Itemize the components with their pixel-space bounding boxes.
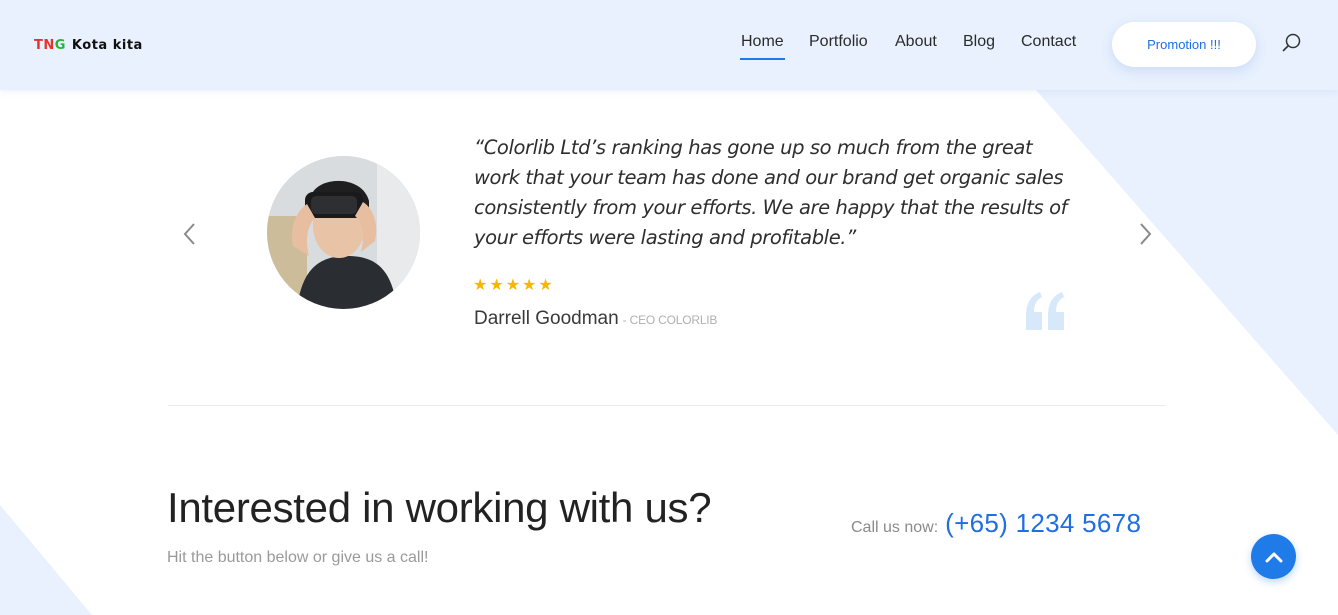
testimonial-quote: “Colorlib Ltd’s ranking has gone up so m… <box>474 136 1068 249</box>
star-icon: ★ <box>473 277 488 294</box>
call-us: Call us now: (+65) 1234 5678 <box>851 508 1141 539</box>
carousel-prev-button[interactable] <box>180 221 200 247</box>
testimonial-avatar <box>267 156 420 309</box>
scroll-to-top-button[interactable] <box>1251 534 1296 579</box>
chevron-right-icon <box>1140 223 1152 245</box>
nav-portfolio[interactable]: Portfolio <box>809 33 868 51</box>
star-icon: ★ <box>505 277 521 294</box>
testimonial-author: Darrell Goodman - CEO COLORLIB <box>474 308 717 330</box>
chevron-up-icon <box>1265 552 1282 562</box>
site-header: TN G Kota kita Home Portfolio About Blog C… <box>0 0 1338 90</box>
nav-contact[interactable]: Contact <box>1021 33 1076 51</box>
cta-subtitle: Hit the button below or give us a call! <box>167 549 429 566</box>
promotion-button[interactable]: Promotion !!! <box>1112 22 1256 67</box>
chevron-left-icon <box>183 223 195 245</box>
logo-text-part2: G <box>54 38 66 53</box>
logo[interactable]: TN G Kota kita <box>34 38 143 53</box>
nav-home[interactable]: Home <box>740 33 785 60</box>
star-icon: ★ <box>538 277 553 294</box>
search-icon[interactable] <box>1281 32 1303 54</box>
logo-text-part3: Kota kita <box>71 38 143 53</box>
background-decoration-left <box>0 505 100 615</box>
rating-stars: ★ ★ ★ ★ ★ <box>473 277 553 295</box>
section-divider <box>168 405 1166 406</box>
nav-about[interactable]: About <box>895 33 937 51</box>
cta-title: Interested in working with us? <box>167 484 712 531</box>
nav-blog[interactable]: Blog <box>963 33 995 51</box>
star-icon: ★ <box>489 277 504 294</box>
carousel-next-button[interactable] <box>1136 221 1156 247</box>
star-icon: ★ <box>522 277 537 294</box>
phone-link[interactable]: (+65) 1234 5678 <box>945 508 1141 539</box>
call-label: Call us now: <box>851 519 939 536</box>
quote-icon <box>1024 290 1068 334</box>
author-name: Darrell Goodman <box>474 308 619 329</box>
logo-text-part1: TN <box>34 38 55 53</box>
author-role: - CEO COLORLIB <box>622 313 718 327</box>
